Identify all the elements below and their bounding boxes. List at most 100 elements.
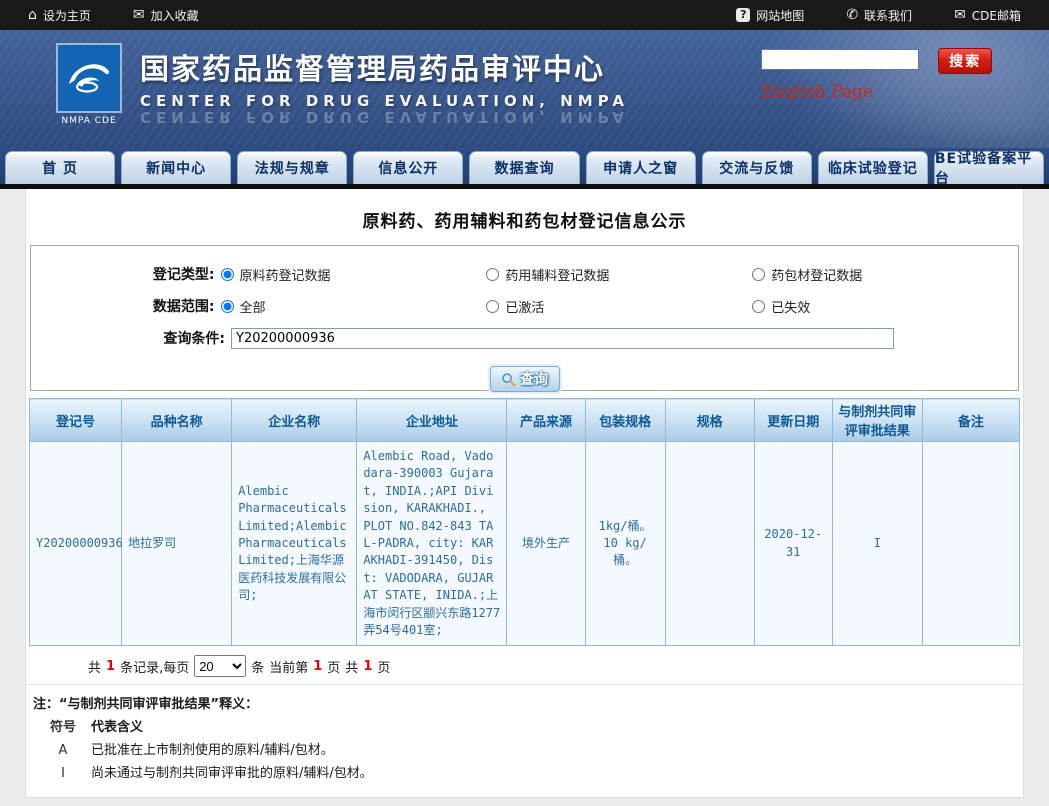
scope-activated-radio[interactable] <box>486 300 499 313</box>
sitemap-label: 网站地图 <box>756 7 804 24</box>
col-registration-no: 登记号 <box>30 399 122 442</box>
radio-option-all: 全部 <box>221 297 487 316</box>
query-submit-button[interactable]: 查询 <box>490 366 560 392</box>
magnifier-icon <box>501 372 516 387</box>
query-condition-input[interactable] <box>231 328 894 349</box>
raw-material-radio[interactable] <box>221 268 234 281</box>
tab-data-query[interactable]: 数据查询 <box>469 151 579 184</box>
legend-notes: 注：“与制剂共同审评审批结果”释义： 符号 代表含义 A 已批准在上市制剂使用的… <box>27 684 1022 797</box>
mail-icon: ✉ <box>954 8 966 22</box>
col-remarks: 备注 <box>922 399 1019 442</box>
content-panel: 原料药、药用辅料和药包材登记信息公示 登记类型: 原料药登记数据 药用辅料登记数… <box>25 189 1024 798</box>
cell-update-date: 2020-12-31 <box>754 442 832 646</box>
data-scope-label: 数据范围: <box>31 296 221 316</box>
tab-news[interactable]: 新闻中心 <box>121 151 231 184</box>
notes-item-a: A 已批准在上市制剂使用的原料/辅料/包材。 <box>33 739 1022 762</box>
add-favorite-label: 加入收藏 <box>151 7 199 24</box>
radio-option-packaging: 药包材登记数据 <box>752 265 1018 284</box>
radio-option-activated: 已激活 <box>486 297 752 316</box>
scope-expired-radio[interactable] <box>752 300 765 313</box>
notes-meaning-i: 尚未通过与制剂共同审评审批的原料/辅料/包材。 <box>91 762 373 785</box>
english-page-link[interactable]: English Page <box>761 82 873 102</box>
col-package-spec: 包装规格 <box>585 399 665 442</box>
packaging-radio-label: 药包材登记数据 <box>771 265 862 284</box>
site-title: 国家药品监督管理局药品审评中心 <box>140 46 629 88</box>
tab-home[interactable]: 首 页 <box>5 151 115 184</box>
set-homepage-label: 设为主页 <box>43 7 91 24</box>
header-search-button[interactable]: 搜索 <box>938 48 992 74</box>
radio-option-expired: 已失效 <box>752 297 1018 316</box>
site-header: NMPA CDE 国家药品监督管理局药品审评中心 CENTER FOR DRUG… <box>0 30 1049 148</box>
col-spec: 规格 <box>665 399 754 442</box>
notes-title: 注：“与制剂共同审评审批结果”释义： <box>33 693 1022 716</box>
tab-applicant-window[interactable]: 申请人之窗 <box>586 151 696 184</box>
sitemap-link[interactable]: ? 网站地图 <box>736 7 804 24</box>
raw-material-radio-label: 原料药登记数据 <box>240 265 331 284</box>
cde-mail-label: CDE邮箱 <box>972 7 1021 24</box>
cell-remarks <box>922 442 1019 646</box>
cell-product-source: 境外生产 <box>507 442 585 646</box>
logo-swoosh-icon <box>56 43 122 113</box>
col-product-name: 品种名称 <box>122 399 232 442</box>
query-submit-label: 查询 <box>520 369 548 389</box>
cell-product-name: 地拉罗司 <box>122 442 232 646</box>
notes-meaning-a: 已批准在上市制剂使用的原料/辅料/包材。 <box>91 739 334 762</box>
col-product-source: 产品来源 <box>507 399 585 442</box>
contact-label: 联系我们 <box>864 7 912 24</box>
table-header-row: 登记号 品种名称 企业名称 企业地址 产品来源 包装规格 规格 更新日期 与制剂… <box>30 399 1020 442</box>
cell-company-name: Alembic Pharmaceuticals Limited;Alembic … <box>232 442 357 646</box>
pager-per-page-suffix: 条 <box>251 657 264 676</box>
per-page-select[interactable]: 20 <box>194 655 246 677</box>
pager-records-label: 条记录,每页 <box>120 657 189 676</box>
notes-symbol-a: A <box>47 739 79 762</box>
tab-be-trial-platform[interactable]: BE试验备案平台 <box>934 151 1044 184</box>
packaging-radio[interactable] <box>752 268 765 281</box>
pager-pages-suffix: 页 <box>377 657 390 676</box>
logo-caption: NMPA CDE <box>52 116 126 126</box>
col-company-address: 企业地址 <box>357 399 507 442</box>
notes-meaning-header: 代表含义 <box>91 716 143 739</box>
query-form: 登记类型: 原料药登记数据 药用辅料登记数据 药包材登记数据 数据范围: 全部 <box>30 245 1019 391</box>
cell-joint-review-result: I <box>832 442 922 646</box>
set-homepage-link[interactable]: ⌂ 设为主页 <box>28 7 91 24</box>
question-icon: ? <box>736 8 750 22</box>
scope-all-radio-label: 全部 <box>240 297 266 316</box>
add-favorite-link[interactable]: ✉ 加入收藏 <box>133 7 199 24</box>
site-subtitle-reflection: CENTER FOR DRUG EVALUATION, NMPA <box>140 108 629 126</box>
col-update-date: 更新日期 <box>754 399 832 442</box>
reg-type-label: 登记类型: <box>31 264 221 284</box>
notes-item-i: I 尚未通过与制剂共同审评审批的原料/辅料/包材。 <box>33 762 1022 785</box>
pager-current-page: 1 <box>313 659 322 674</box>
phone-icon: ✆ <box>846 8 858 22</box>
pager-current-prefix: 当前第 <box>269 657 308 676</box>
pager-pages-prefix: 共 <box>345 657 358 676</box>
footer-gap <box>0 798 1049 806</box>
notes-symbol-i: I <box>47 762 79 785</box>
home-icon: ⌂ <box>28 8 37 22</box>
pager-total-prefix: 共 <box>88 657 101 676</box>
pager-total-pages: 1 <box>363 659 372 674</box>
top-utility-bar: ⌂ 设为主页 ✉ 加入收藏 ? 网站地图 ✆ 联系我们 ✉ CDE邮箱 <box>0 0 1049 30</box>
notes-symbol-header: 符号 <box>47 716 79 739</box>
contact-link[interactable]: ✆ 联系我们 <box>846 7 912 24</box>
pager-current-suffix: 页 <box>327 657 340 676</box>
cell-registration-no: Y20200000936 <box>30 442 122 646</box>
envelope-icon: ✉ <box>133 8 145 22</box>
main-nav: 首 页 新闻中心 法规与规章 信息公开 数据查询 申请人之窗 交流与反馈 临床试… <box>0 148 1049 184</box>
header-search-input[interactable] <box>761 49 919 70</box>
page-title: 原料药、药用辅料和药包材登记信息公示 <box>26 189 1023 232</box>
pagination-bar: 共 1 条记录,每页 20 条 当前第 1 页 共 1 页 <box>26 646 1023 684</box>
scope-all-radio[interactable] <box>221 300 234 313</box>
tab-feedback[interactable]: 交流与反馈 <box>702 151 812 184</box>
results-table: 登记号 品种名称 企业名称 企业地址 产品来源 包装规格 规格 更新日期 与制剂… <box>29 398 1020 646</box>
cell-company-address: Alembic Road, Vadodara-390003 Gujarat, I… <box>357 442 507 646</box>
nmpa-cde-logo[interactable]: NMPA CDE <box>52 43 126 126</box>
tab-regulations[interactable]: 法规与规章 <box>237 151 347 184</box>
cde-mail-link[interactable]: ✉ CDE邮箱 <box>954 7 1021 24</box>
tab-clinical-trial-registry[interactable]: 临床试验登记 <box>818 151 928 184</box>
tab-info-disclosure[interactable]: 信息公开 <box>353 151 463 184</box>
radio-option-excipient: 药用辅料登记数据 <box>486 265 752 284</box>
excipient-radio[interactable] <box>486 268 499 281</box>
query-condition-label: 查询条件: <box>31 328 231 348</box>
col-joint-review-result: 与制剂共同审评审批结果 <box>832 399 922 442</box>
